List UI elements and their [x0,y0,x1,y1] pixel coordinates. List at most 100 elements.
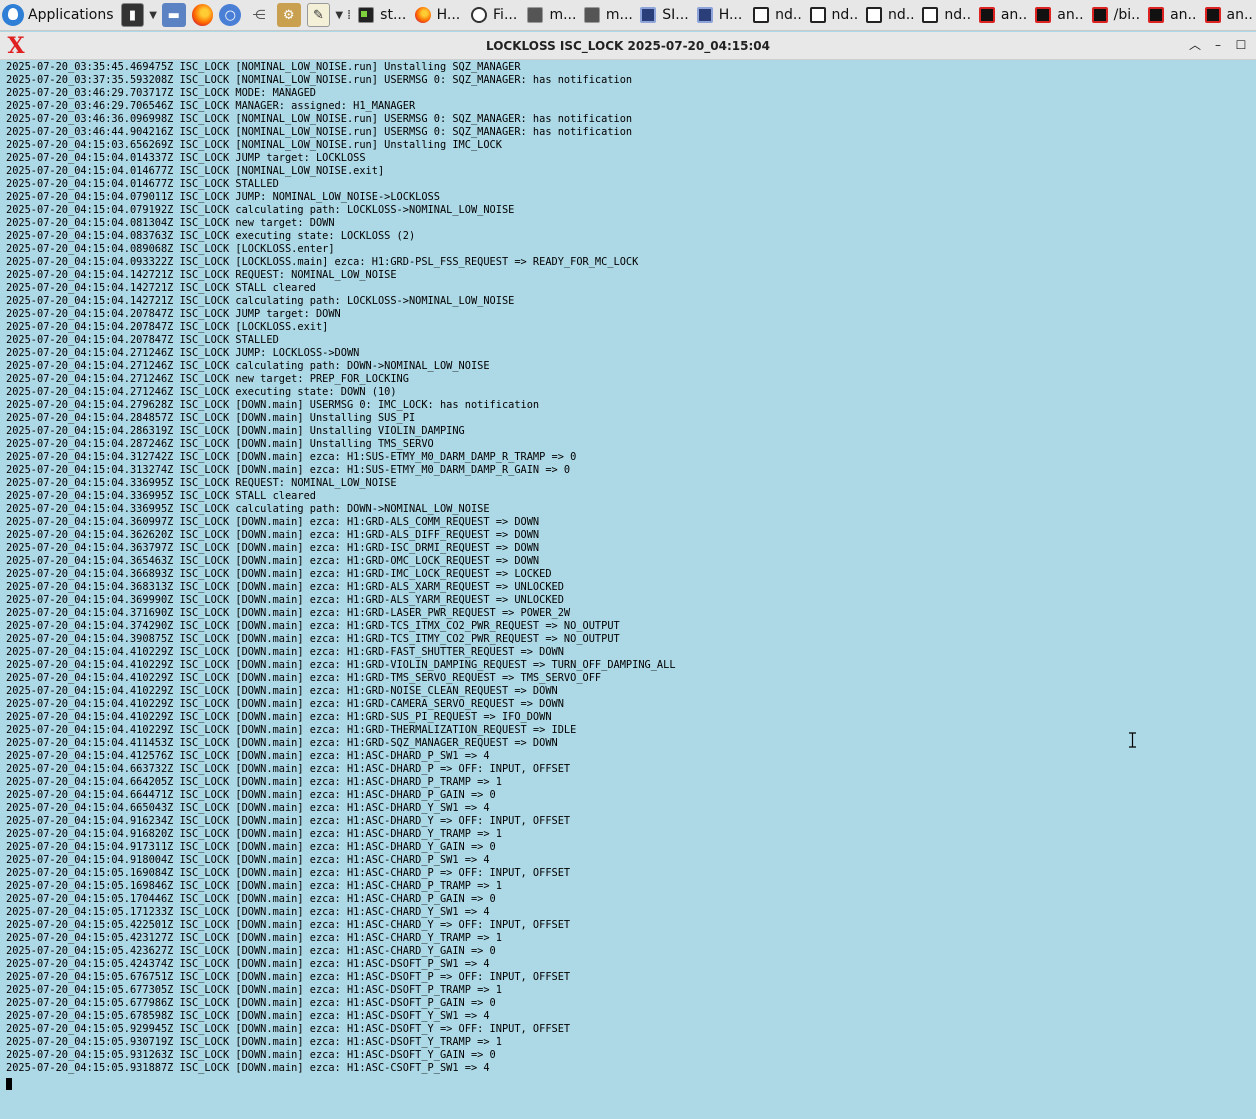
log-line: 2025-07-20_04:15:04.390875Z ISC_LOCK [DO… [6,633,620,645]
text-editor-icon[interactable]: ✎ [306,3,331,27]
log-line: 2025-07-20_04:15:04.918004Z ISC_LOCK [DO… [6,854,490,866]
terminal-icon [358,7,375,23]
window-icon [527,7,544,23]
taskbar-item[interactable]: H... [692,1,746,30]
log-line: 2025-07-20_04:15:04.366893Z ISC_LOCK [DO… [6,568,552,580]
log-line: 2025-07-20_04:15:05.170446Z ISC_LOCK [DO… [6,893,496,905]
applications-label: Applications [28,7,114,23]
log-line: 2025-07-20_04:15:04.369990Z ISC_LOCK [DO… [6,594,564,606]
log-line: 2025-07-20_04:15:04.371690Z ISC_LOCK [DO… [6,607,571,619]
taskbar-item-label: /bi... [1113,7,1141,23]
taskbar-item-label: H... [436,7,461,23]
log-line: 2025-07-20_04:15:04.271246Z ISC_LOCK JUM… [6,347,360,359]
log-line: 2025-07-20_04:15:05.423127Z ISC_LOCK [DO… [6,932,502,944]
top-panel: Applications ▮ ▼ ▬ ○ ⋲ ⚙ ✎ ▼ ⁞ st... H..… [0,0,1256,31]
log-line: 2025-07-20_04:15:04.287246Z ISC_LOCK [DO… [6,438,434,450]
red-terminal-icon [1035,7,1052,23]
chromium-launcher-icon[interactable]: ○ [219,4,242,26]
log-line: 2025-07-20_03:46:36.096998Z ISC_LOCK [NO… [6,113,633,125]
taskbar-item[interactable]: /bi... [1087,1,1141,30]
log-line: 2025-07-20_04:15:04.014677Z ISC_LOCK [NO… [6,165,385,177]
log-line: 2025-07-20_04:15:05.424374Z ISC_LOCK [DO… [6,958,490,970]
log-line: 2025-07-20_04:15:04.360997Z ISC_LOCK [DO… [6,516,540,528]
log-line: 2025-07-20_04:15:04.916234Z ISC_LOCK [DO… [6,815,571,827]
taskbar-item[interactable]: m... [579,1,633,30]
taskbar-item[interactable]: H... [410,1,464,30]
log-line: 2025-07-20_04:15:05.931263Z ISC_LOCK [DO… [6,1049,496,1061]
taskbar-item-label: nd... [831,7,859,23]
log-line: 2025-07-20_04:15:04.142721Z ISC_LOCK cal… [6,295,515,307]
applications-menu-button[interactable]: Applications [0,0,118,30]
log-line: 2025-07-20_04:15:04.916820Z ISC_LOCK [DO… [6,828,502,840]
taskbar-item[interactable]: nd... [748,1,802,30]
log-line: 2025-07-20_03:46:29.703717Z ISC_LOCK MOD… [6,87,316,99]
log-line: 2025-07-20_04:15:04.663732Z ISC_LOCK [DO… [6,763,571,775]
monitor-icon [640,7,657,23]
log-line: 2025-07-20_04:15:03.656269Z ISC_LOCK [NO… [6,139,502,151]
taskbar-item[interactable]: m... [522,1,576,30]
log-line: 2025-07-20_04:15:05.929945Z ISC_LOCK [DO… [6,1023,571,1035]
taskbar-item[interactable]: Fi... [466,1,520,30]
taskbar-item-label: an... [1057,7,1084,23]
terminal-cursor [0,1075,1256,1094]
taskbar-item[interactable]: nd... [861,1,915,30]
log-line: 2025-07-20_04:15:04.368313Z ISC_LOCK [DO… [6,581,564,593]
log-line: 2025-07-20_03:46:44.904216Z ISC_LOCK [NO… [6,126,633,138]
taskbar-item[interactable]: an... [1200,1,1254,30]
terminal-area[interactable]: 2025-07-20_03:35:45.469475Z ISC_LOCK [NO… [0,61,1256,1119]
taskbar-item[interactable]: an... [1030,1,1084,30]
taskbar-item[interactable]: an... [1143,1,1197,30]
log-line: 2025-07-20_04:15:04.362620Z ISC_LOCK [DO… [6,529,540,541]
chevron-down-icon[interactable]: ▼ [149,10,157,21]
log-line: 2025-07-20_04:15:04.313274Z ISC_LOCK [DO… [6,464,571,476]
log-line: 2025-07-20_04:15:04.410229Z ISC_LOCK [DO… [6,672,602,684]
log-line: 2025-07-20_04:15:04.284857Z ISC_LOCK [DO… [6,412,416,424]
xfce-logo-icon [2,4,24,26]
taskbar-item-label: an... [1226,7,1253,23]
log-line: 2025-07-20_04:15:04.142721Z ISC_LOCK REQ… [6,269,397,281]
file-manager-icon[interactable]: ▬ [161,3,186,27]
log-line: 2025-07-20_04:15:04.207847Z ISC_LOCK STA… [6,334,279,346]
taskbar-item[interactable]: st... [353,1,407,30]
taskbar-item[interactable]: SI... [635,1,689,30]
taskbar-item-label: H... [718,7,743,23]
taskbar-item[interactable]: nd... [805,1,859,30]
firefox-launcher-icon[interactable] [191,4,214,26]
log-line: 2025-07-20_04:15:05.169846Z ISC_LOCK [DO… [6,880,502,892]
log-line: 2025-07-20_04:15:04.410229Z ISC_LOCK [DO… [6,711,552,723]
log-line: 2025-07-20_04:15:04.279628Z ISC_LOCK [DO… [6,399,540,411]
taskbar-item[interactable]: nd... [917,1,971,30]
log-line: 2025-07-20_04:15:04.014337Z ISC_LOCK JUM… [6,152,366,164]
window-titlebar[interactable]: X LOCKLOSS ISC_LOCK 2025-07-20_04:15:04 … [0,32,1256,60]
chevron-up-icon[interactable]: ︿ [1186,36,1204,54]
log-line: 2025-07-20_04:15:04.271246Z ISC_LOCK new… [6,373,409,385]
log-line: 2025-07-20_04:15:04.083763Z ISC_LOCK exe… [6,230,416,242]
taskbar-item-label: nd... [944,7,972,23]
log-line: 2025-07-20_04:15:04.410229Z ISC_LOCK [DO… [6,724,577,736]
minimize-button[interactable]: – [1209,36,1227,54]
log-line: 2025-07-20_04:15:05.423627Z ISC_LOCK [DO… [6,945,496,957]
log-line: 2025-07-20_04:15:05.931887Z ISC_LOCK [DO… [6,1062,490,1074]
log-line: 2025-07-20_03:37:35.593208Z ISC_LOCK [NO… [6,74,633,86]
log-line: 2025-07-20_04:15:04.312742Z ISC_LOCK [DO… [6,451,577,463]
monitor-icon [696,7,713,23]
taskbar-item-label: an... [1000,7,1028,23]
log-line: 2025-07-20_04:15:04.664471Z ISC_LOCK [DO… [6,789,496,801]
red-terminal-icon [1204,7,1221,23]
document-icon [753,7,770,23]
settings-manager-icon[interactable]: ⚙ [276,3,301,27]
terminal-launcher-icon[interactable]: ▮ [120,3,145,27]
taskbar-item-label: Fi... [493,7,518,23]
taskbar-item-label: nd... [775,7,802,23]
taskbar-item[interactable]: an... [974,1,1028,30]
chevron-down-icon[interactable]: ▼ [335,10,343,21]
log-line: 2025-07-20_04:15:04.271246Z ISC_LOCK exe… [6,386,397,398]
log-line: 2025-07-20_04:15:04.089068Z ISC_LOCK [LO… [6,243,335,255]
log-line: 2025-07-20_04:15:04.410229Z ISC_LOCK [DO… [6,685,558,697]
maximize-button[interactable]: ☐ [1232,36,1250,54]
log-line: 2025-07-20_04:15:04.093322Z ISC_LOCK [LO… [6,256,639,268]
log-line: 2025-07-20_04:15:04.142721Z ISC_LOCK STA… [6,282,316,294]
log-line: 2025-07-20_04:15:04.917311Z ISC_LOCK [DO… [6,841,496,853]
share-icon[interactable]: ⋲ [247,3,271,27]
log-line: 2025-07-20_03:46:29.706546Z ISC_LOCK MAN… [6,100,416,112]
